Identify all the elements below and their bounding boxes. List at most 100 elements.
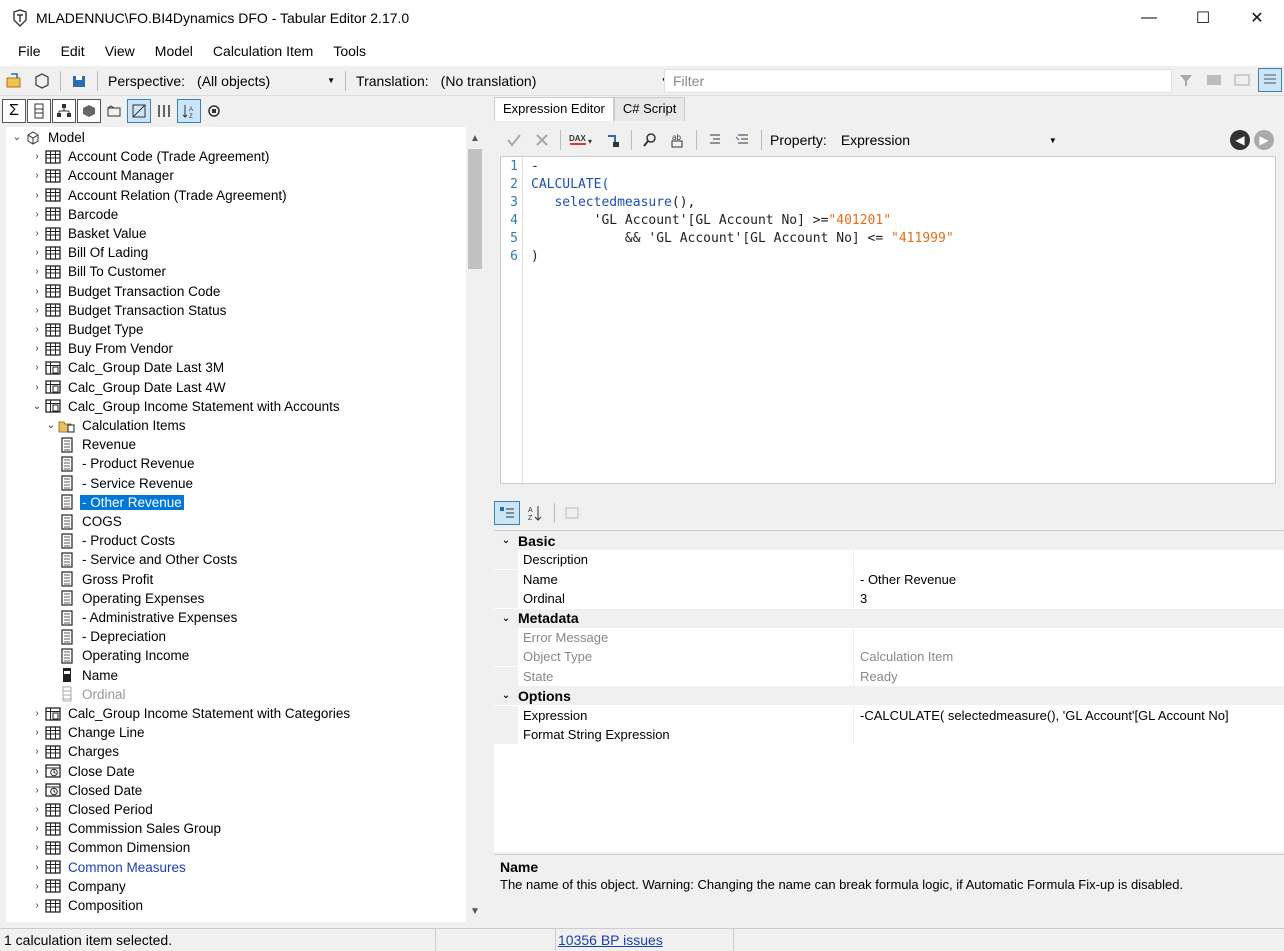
sigma-icon[interactable]: Σ	[2, 99, 26, 123]
property-row[interactable]: Error Message	[494, 628, 1284, 647]
tree-item[interactable]: › Buy From Vendor	[30, 339, 175, 358]
scroll-down-icon[interactable]: ▼	[466, 902, 484, 920]
tree-item[interactable]: › Account Code (Trade Agreement)	[30, 147, 271, 166]
column-toggle-icon[interactable]	[27, 99, 51, 123]
property-row[interactable]: Format String Expression	[494, 725, 1284, 744]
tree-item[interactable]: - Service Revenue	[58, 474, 195, 493]
grid-view-icon[interactable]	[1258, 68, 1282, 92]
tree-item[interactable]: - Depreciation	[58, 627, 168, 646]
property-value[interactable]: 3	[854, 591, 867, 606]
tree-item[interactable]: › Common Dimension	[30, 838, 192, 857]
property-row[interactable]: Description	[494, 550, 1284, 570]
minimize-button[interactable]: —	[1122, 0, 1176, 36]
chevron-right-icon[interactable]: ›	[30, 228, 44, 239]
chevron-right-icon[interactable]: ›	[30, 209, 44, 220]
accept-icon[interactable]	[502, 128, 526, 152]
chevron-down-icon[interactable]: ⌄	[494, 613, 518, 624]
property-category[interactable]: ⌄ Metadata	[494, 608, 1284, 628]
property-row[interactable]: Name - Other Revenue	[494, 569, 1284, 589]
tree-item[interactable]: › Basket Value	[30, 224, 149, 243]
chevron-right-icon[interactable]: ›	[30, 746, 44, 757]
tree-item[interactable]: › Charges	[30, 742, 121, 761]
tree-item[interactable]: Ordinal	[44, 685, 128, 704]
dax-format-icon[interactable]: DAX ▾	[567, 128, 597, 152]
chevron-right-icon[interactable]: ›	[30, 900, 44, 911]
bp-issues-link[interactable]: 10356 BP issues	[556, 929, 734, 951]
hidden-objects-icon[interactable]	[127, 99, 151, 123]
property-value[interactable]: Calculation Item	[854, 649, 953, 664]
tree-item[interactable]: › Calc_Group Date Last 4W	[30, 378, 228, 397]
open-icon[interactable]	[2, 69, 26, 93]
perspective-dropdown[interactable]: (All objects) ▼	[191, 70, 341, 92]
menu-edit[interactable]: Edit	[51, 43, 95, 59]
chevron-right-icon[interactable]: ›	[30, 804, 44, 815]
chevron-right-icon[interactable]: ›	[30, 382, 44, 393]
comment-icon[interactable]	[703, 128, 727, 152]
scroll-up-icon[interactable]: ▲	[466, 129, 484, 147]
tree-item[interactable]: › Budget Transaction Code	[30, 282, 222, 301]
property-row[interactable]: State Ready	[494, 666, 1284, 686]
show-hidden-icon[interactable]	[1202, 68, 1226, 92]
chevron-right-icon[interactable]: ›	[30, 247, 44, 258]
scroll-thumb[interactable]	[468, 149, 482, 269]
back-icon[interactable]: ◀	[1230, 130, 1250, 150]
tree-item[interactable]: Operating Expenses	[58, 589, 206, 608]
maximize-button[interactable]: ☐	[1176, 0, 1230, 36]
tree-item[interactable]: ⌄ Calc_Group Income Statement with Accoun…	[30, 397, 342, 416]
chevron-right-icon[interactable]: ›	[30, 862, 44, 873]
property-value[interactable]: - Other Revenue	[854, 572, 956, 587]
tree-item[interactable]: › Calc_Group Date Last 3M	[30, 358, 226, 377]
funnel-icon[interactable]	[1174, 68, 1198, 92]
alphabetical-icon[interactable]: AZ	[522, 501, 548, 525]
tree-item[interactable]: - Administrative Expenses	[58, 608, 239, 627]
tree-item[interactable]: › Account Relation (Trade Agreement)	[30, 186, 289, 205]
property-pages-icon[interactable]	[559, 501, 585, 525]
cancel-icon[interactable]	[530, 128, 554, 152]
property-row[interactable]: Ordinal 3	[494, 589, 1284, 609]
tree-item[interactable]: - Product Revenue	[58, 454, 197, 473]
tree-item[interactable]: COGS	[58, 512, 124, 531]
tree-item[interactable]: - Product Costs	[58, 531, 177, 550]
tab-csharp-script[interactable]: C# Script	[613, 97, 686, 121]
property-value[interactable]: -CALCULATE( selectedmeasure(), 'GL Accou…	[854, 708, 1229, 723]
categorized-icon[interactable]	[494, 501, 520, 525]
property-dropdown[interactable]: Expression ▼	[835, 129, 1063, 151]
chevron-down-icon[interactable]: ⌄	[10, 132, 24, 143]
property-row[interactable]: Object Type Calculation Item	[494, 647, 1284, 667]
columns-icon[interactable]	[152, 99, 176, 123]
deploy-icon[interactable]	[30, 69, 54, 93]
chevron-down-icon[interactable]: ⌄	[494, 690, 518, 701]
property-row[interactable]: Expression -CALCULATE( selectedmeasure(),…	[494, 705, 1284, 725]
tree-item[interactable]: › Closed Date	[30, 781, 144, 800]
chevron-right-icon[interactable]: ›	[30, 708, 44, 719]
replace-icon[interactable]: ab	[666, 128, 690, 152]
expression-editor[interactable]: 1 2 3 4 5 6 - CALCULATE( selectedmeasure(), 'G…	[500, 156, 1276, 484]
property-category[interactable]: ⌄ Options	[494, 686, 1284, 706]
chevron-right-icon[interactable]: ›	[30, 362, 44, 373]
tree-item[interactable]: › Close Date	[30, 762, 137, 781]
tab-expression-editor[interactable]: Expression Editor	[494, 97, 614, 121]
tree-item[interactable]: › Budget Type	[30, 320, 146, 339]
translation-dropdown[interactable]: (No translation) ▼	[435, 70, 675, 92]
tree-item[interactable]: › Common Measures	[30, 858, 188, 877]
hierarchy-icon[interactable]	[52, 99, 76, 123]
model-tree[interactable]: ⌄ Model › Account Code (Trade Agreement) › Ac…	[6, 127, 466, 922]
tree-root-model[interactable]: ⌄ Model	[10, 128, 87, 147]
property-category[interactable]: ⌄ Basic	[494, 531, 1284, 550]
tree-item[interactable]: › Bill Of Lading	[30, 243, 150, 262]
tree-item[interactable]: Operating Income	[58, 646, 191, 665]
chevron-down-icon[interactable]: ⌄	[44, 420, 58, 431]
tree-item[interactable]: › Barcode	[30, 205, 120, 224]
tree-item[interactable]: ⌄ Calculation Items	[44, 416, 188, 435]
chevron-right-icon[interactable]: ›	[30, 727, 44, 738]
chevron-right-icon[interactable]: ›	[30, 766, 44, 777]
filter-input[interactable]: Filter	[664, 69, 1172, 93]
chevron-right-icon[interactable]: ›	[30, 305, 44, 316]
show-all-icon[interactable]	[1230, 68, 1254, 92]
tree-item[interactable]: › Composition	[30, 896, 145, 915]
close-button[interactable]: ✕	[1230, 0, 1284, 36]
menu-tools[interactable]: Tools	[323, 43, 376, 59]
menu-file[interactable]: File	[8, 43, 51, 59]
chevron-down-icon[interactable]: ⌄	[30, 401, 44, 412]
chevron-right-icon[interactable]: ›	[30, 343, 44, 354]
